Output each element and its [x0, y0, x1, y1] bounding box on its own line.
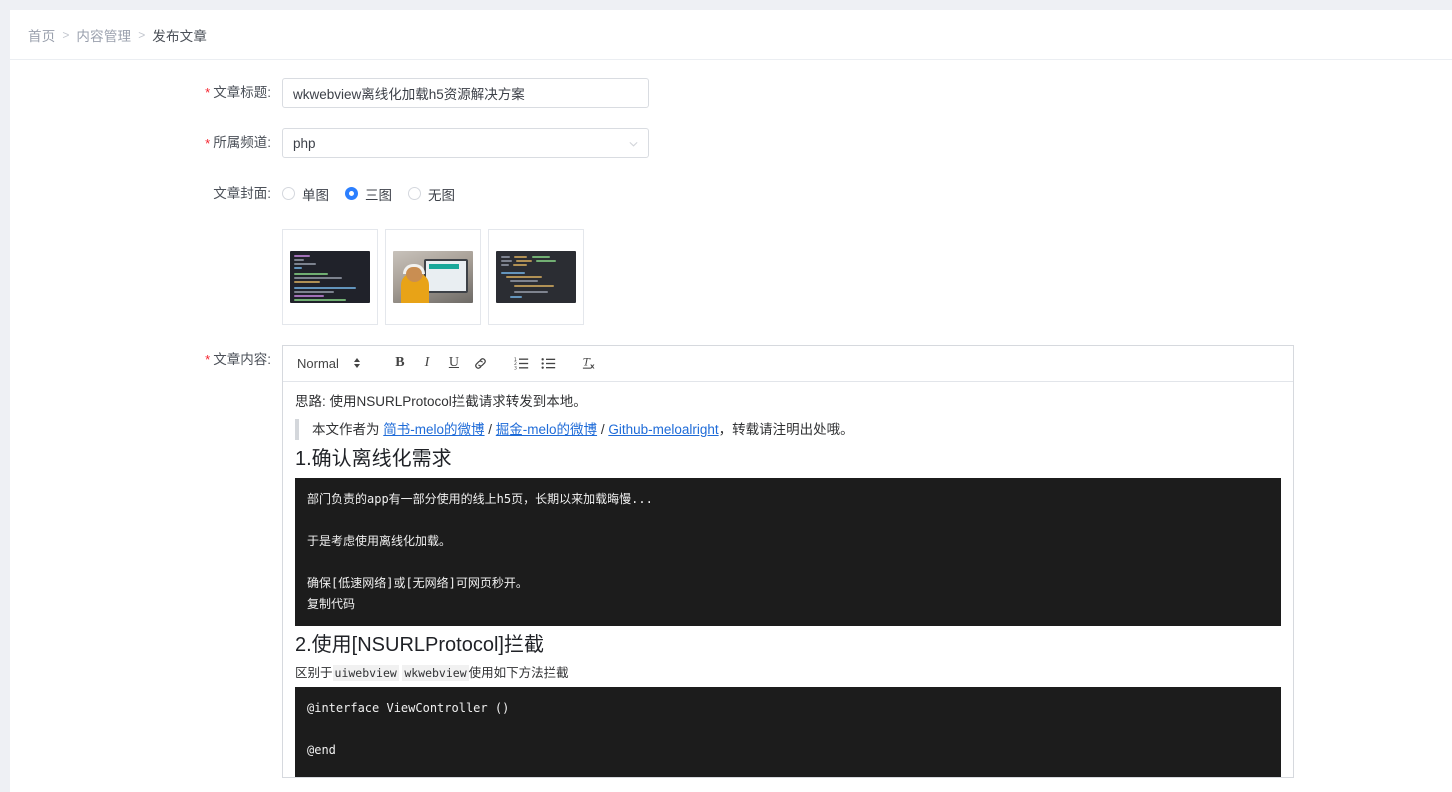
cover-option-none-label: 无图 [428, 187, 455, 203]
channel-select[interactable]: php [282, 128, 649, 159]
editor-toolbar: Normal B I U 1 2 3 T x [283, 346, 1293, 382]
ordered-list-icon[interactable]: 1 2 3 [509, 351, 535, 375]
required-asterisk: * [205, 135, 211, 151]
page-container: 首页 > 内容管理 > 发布文章 *文章标题: *所属频道: php [10, 10, 1452, 792]
breadcrumb-separator: > [138, 27, 146, 42]
rich-text-editor: Normal B I U 1 2 3 T x 思路: 使用NSURLProtoc… [282, 344, 1294, 778]
blockquote-prefix: 本文作者为 [312, 421, 384, 437]
cover-thumb-1[interactable] [282, 228, 378, 325]
cover-option-none[interactable]: 无图 [408, 184, 455, 204]
breadcrumb-item-home[interactable]: 首页 [28, 25, 55, 45]
inline-code-uiwebview: uiwebview [332, 665, 399, 682]
underline-icon[interactable]: U [441, 351, 467, 375]
cover-type-radio-group: 单图 三图 无图 [282, 179, 471, 209]
radio-icon [408, 187, 421, 201]
svg-text:3: 3 [514, 365, 517, 371]
bullet-list-icon[interactable] [536, 351, 562, 375]
code-block-2: @interface ViewController () @end @imple… [295, 687, 1281, 777]
link-github-meloalright[interactable]: Github-meloalright [608, 422, 718, 437]
form-row-content: * 文章内容: Normal B I U 1 2 3 T x 思路: 使用NSU… [10, 344, 1452, 778]
content-intro-paragraph: 思路: 使用NSURLProtocol拦截请求转发到本地。 [295, 393, 587, 409]
inline-code-wkwebview: wkwebview [402, 665, 469, 682]
content-sub-note: 区别于 uiwebview wkwebview 使用如下方法拦截 [295, 664, 1281, 683]
link-separator: / [484, 421, 496, 437]
breadcrumb-item-content-management[interactable]: 内容管理 [76, 25, 131, 45]
clear-format-icon[interactable]: T x [577, 351, 603, 375]
content-heading-2: 2.使用[NSURLProtocol]拦截 [295, 634, 544, 657]
code-block-1: 部门负责的app有一部分使用的线上h5页，长期以来加载晦慢... 于是考虑使用离… [295, 478, 1281, 627]
channel-label-text: 所属频道: [213, 135, 271, 151]
breadcrumb: 首页 > 内容管理 > 发布文章 [10, 10, 1452, 60]
required-asterisk: * [205, 85, 211, 101]
article-title-input[interactable] [282, 78, 649, 108]
sub-note-suffix: 使用如下方法拦截 [468, 666, 569, 681]
person-at-computer-photo [393, 250, 473, 303]
cover-thumb-3[interactable] [488, 228, 584, 325]
cover-option-triple[interactable]: 三图 [345, 184, 392, 204]
svg-text:x: x [590, 362, 595, 371]
cover-type-label: 文章封面: [213, 185, 271, 201]
breadcrumb-separator: > [62, 27, 70, 42]
article-content-label-text: 文章内容: [213, 351, 271, 367]
channel-select-value: php [293, 135, 316, 151]
cover-option-single-label: 单图 [302, 187, 329, 203]
link-jianshu-melo[interactable]: 简书-melo的微博 [383, 422, 484, 437]
article-title-label: * 文章标题: [10, 78, 282, 108]
link-separator: / [597, 421, 609, 437]
article-form: *文章标题: *所属频道: php 文章封面: 单图 [10, 60, 1452, 778]
format-picker-value: Normal [297, 355, 339, 371]
chevron-down-icon [628, 138, 639, 149]
radio-icon [282, 187, 295, 201]
article-title-label-text: 文章标题: [213, 85, 271, 100]
form-row-channel: * 所属频道: php [10, 128, 1452, 159]
cover-thumbnail-list [282, 228, 584, 325]
code-screenshot-image [290, 250, 370, 303]
italic-icon[interactable]: I [414, 351, 440, 375]
link-juejin-melo[interactable]: 掘金-melo的微博 [496, 422, 597, 437]
sub-note-prefix: 区别于 [295, 666, 333, 681]
format-picker[interactable]: Normal [291, 356, 367, 371]
blockquote-suffix: ，转载请注明出处哦。 [718, 421, 854, 437]
form-row-cover-type: 文章封面: 单图 三图 无图 [10, 179, 1452, 209]
article-content-label: * 文章内容: [10, 345, 282, 375]
radio-icon-selected [345, 187, 358, 201]
form-row-title: * 文章标题: [10, 78, 1452, 108]
picker-arrows-icon [353, 358, 361, 369]
editor-content-area[interactable]: 思路: 使用NSURLProtocol拦截请求转发到本地。 本文作者为 简书-m… [283, 382, 1293, 777]
code-screenshot-image-alt [496, 250, 576, 303]
form-row-cover-thumbnails [10, 228, 1452, 325]
breadcrumb-item-publish-article: 发布文章 [152, 28, 208, 44]
cover-option-single[interactable]: 单图 [282, 184, 329, 204]
cover-thumb-2[interactable] [385, 228, 481, 325]
cover-option-triple-label: 三图 [365, 187, 392, 203]
content-heading-1: 1.确认离线化需求 [295, 448, 452, 471]
content-blockquote: 本文作者为 简书-melo的微博 / 掘金-melo的微博 / Github-m… [295, 418, 1281, 441]
bold-icon[interactable]: B [387, 351, 413, 375]
channel-label: * 所属频道: [10, 128, 282, 158]
link-icon[interactable] [468, 351, 494, 375]
required-asterisk: * [205, 352, 211, 368]
